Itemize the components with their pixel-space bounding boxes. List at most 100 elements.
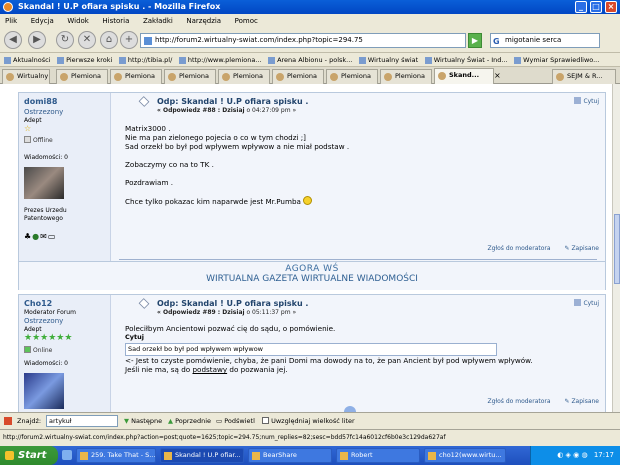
highlight-icon: ▭ [216, 417, 223, 425]
post-subject[interactable]: Odp: Skandal ! U.P ofiara spisku . [157, 97, 599, 106]
scrollbar-thumb[interactable] [614, 214, 620, 284]
tab[interactable]: Plemiona [272, 69, 324, 84]
quick-launch-icon[interactable] [62, 450, 72, 460]
bookmark-item[interactable]: Aktualności [4, 53, 51, 66]
forward-arrow-icon[interactable]: ▶ [28, 31, 46, 49]
tab-bar: Wirtualny ... Plemiona Plemiona Plemiona… [0, 67, 620, 84]
vertical-scrollbar[interactable] [612, 84, 620, 412]
bookmark-item[interactable]: Arena Albionu - polsk... [268, 53, 352, 66]
down-arrow-icon: ▼ [124, 417, 129, 425]
match-case-checkbox[interactable]: Uwzględniaj wielkość liter [262, 413, 355, 429]
tab[interactable]: Plemiona [110, 69, 162, 84]
bookmark-icon [118, 57, 126, 64]
post-meta: « Odpowiedz #88 : Dzisiaj o 04:27:09 pm … [157, 107, 297, 114]
author-avatar [24, 167, 64, 199]
reload-icon[interactable]: ↻ [56, 31, 74, 49]
email-icon[interactable]: ✉ [40, 232, 48, 241]
author-status: Offline [24, 136, 110, 144]
post-text: Matrix3000 . Nie ma pan zielonego pojeci… [125, 124, 350, 206]
pm-icon[interactable]: ▭ [48, 232, 57, 241]
taskbar-item[interactable]: BearShare [248, 448, 332, 463]
bookmark-icon [4, 57, 11, 64]
close-findbar-icon[interactable] [4, 417, 12, 425]
menu-file[interactable]: Plik [5, 17, 17, 25]
app-icon [164, 452, 172, 460]
maximize-button[interactable]: □ [590, 1, 602, 13]
site-icon [144, 37, 152, 45]
tab[interactable]: SEJM & R... [552, 69, 616, 84]
bookmark-icon [358, 57, 366, 64]
author-user-text: Patentowego [24, 215, 63, 222]
tab-active[interactable]: Skand... [434, 68, 494, 84]
find-input[interactable]: artykuł [46, 415, 118, 427]
report-link[interactable]: Zgłoś do moderatora [488, 245, 551, 252]
quote-box: Sad orzekł bo był pod wpływem wpływow [125, 343, 497, 356]
bookmark-item[interactable]: http://www.plemiona... [178, 53, 262, 66]
minimize-button[interactable]: _ [575, 1, 587, 13]
post-subject[interactable]: Odp: Skandal ! U.P ofiara spisku . [157, 299, 599, 308]
tab[interactable]: Plemiona [380, 69, 432, 84]
menu-help[interactable]: Pomoc [235, 17, 258, 25]
highlight-button[interactable]: ▭ Podświetl [216, 413, 255, 429]
bookmark-item[interactable]: http://tibia.pl/ [118, 53, 172, 66]
profile-icon[interactable]: ♣ [24, 232, 32, 241]
find-next-button[interactable]: ▼ Następne [124, 413, 162, 429]
app-icon [340, 452, 348, 460]
close-button[interactable]: × [605, 1, 617, 13]
new-tab-icon[interactable]: + [120, 31, 138, 49]
tab[interactable]: Plemiona [326, 69, 378, 84]
taskbar-item-active[interactable]: Skandal ! U.P ofiar... [160, 448, 244, 463]
taskbar-item[interactable]: Robert [336, 448, 420, 463]
author-title: Moderator Forum [24, 309, 76, 316]
home-icon[interactable]: ⌂ [100, 31, 118, 49]
start-button[interactable]: Start [0, 446, 58, 465]
bookmarks-toolbar: Aktualności Pierwsze kroki http://tibia.… [0, 53, 620, 67]
quote-button[interactable]: Cytuj [574, 97, 599, 105]
status-icon [24, 346, 31, 353]
navigation-toolbar: ◀ ▶ ↻ ✕ ⌂ + http://forum2.wirtualny-swia… [0, 27, 620, 53]
bookmark-item[interactable]: Wymiar Sprawiedliwo... [514, 53, 599, 66]
signature-banner[interactable]: AGORA WŚ WIRTUALNA GAZETA WIRTUALNE WIAD… [18, 262, 606, 290]
search-value: migotanie serca [505, 36, 562, 44]
menu-tools[interactable]: Narzędzia [186, 17, 221, 25]
bookmark-icon [268, 57, 276, 64]
window-title-bar: Skandal ! U.P ofiara spisku . - Mozilla … [0, 0, 620, 14]
rank-star-icon: ☆ [24, 124, 32, 133]
go-button[interactable]: ▶ [468, 33, 482, 48]
taskbar-item[interactable]: 259. Take That - S... [76, 448, 156, 463]
menu-history[interactable]: Historia [102, 17, 129, 25]
author-rank: Adept [24, 117, 42, 124]
windows-taskbar: Start 259. Take That - S... Skandal ! U.… [0, 446, 620, 465]
quote-button[interactable]: Cytuj [574, 299, 599, 307]
tab[interactable]: Plemiona [164, 69, 216, 84]
tab-close-icon[interactable]: × [494, 71, 501, 80]
find-previous-button[interactable]: ▲ Poprzednie [168, 413, 211, 429]
bookmark-item[interactable]: Wirtualny świat [358, 53, 418, 66]
tray-icons[interactable]: ◐ ◈ ◉ ◍ [557, 451, 587, 459]
url-bar[interactable]: http://forum2.wirtualny-swiat.com/index.… [140, 33, 466, 48]
menu-bookmarks[interactable]: Zakładki [143, 17, 173, 25]
tab[interactable]: Wirtualny ... [2, 69, 50, 84]
quote-icon [574, 299, 582, 306]
taskbar-item[interactable]: cho12(www.wirtu... [424, 448, 506, 463]
bookmark-item[interactable]: Pierwsze kroki [57, 53, 112, 66]
windows-logo-icon [5, 451, 14, 460]
author-name[interactable]: Cho12 [24, 299, 110, 308]
menu-view[interactable]: Widok [67, 17, 89, 25]
www-icon[interactable]: ● [32, 232, 40, 241]
up-arrow-icon: ▲ [168, 417, 173, 425]
post-divider [119, 259, 597, 260]
banner-title: AGORA WŚ [285, 264, 339, 274]
author-contact-icons[interactable]: ♣●✉▭ [24, 232, 110, 241]
search-input[interactable]: G migotanie serca [490, 33, 600, 48]
post-body: Odp: Skandal ! U.P ofiara spisku . « Odp… [119, 93, 605, 210]
back-arrow-icon[interactable]: ◀ [4, 31, 22, 49]
bookmark-item[interactable]: Wirtualny Świat - Ind... [424, 53, 508, 66]
tab[interactable]: Plemiona [218, 69, 270, 84]
post-author-panel: Cho12 Moderator Forum Ostrzezony Adept ★… [19, 295, 111, 412]
report-link[interactable]: Zgłoś do moderatora [488, 398, 551, 405]
tab[interactable]: Plemiona [56, 69, 108, 84]
author-name[interactable]: domi88 [24, 97, 110, 106]
menu-edit[interactable]: Edycja [31, 17, 54, 25]
stop-icon[interactable]: ✕ [78, 31, 96, 49]
